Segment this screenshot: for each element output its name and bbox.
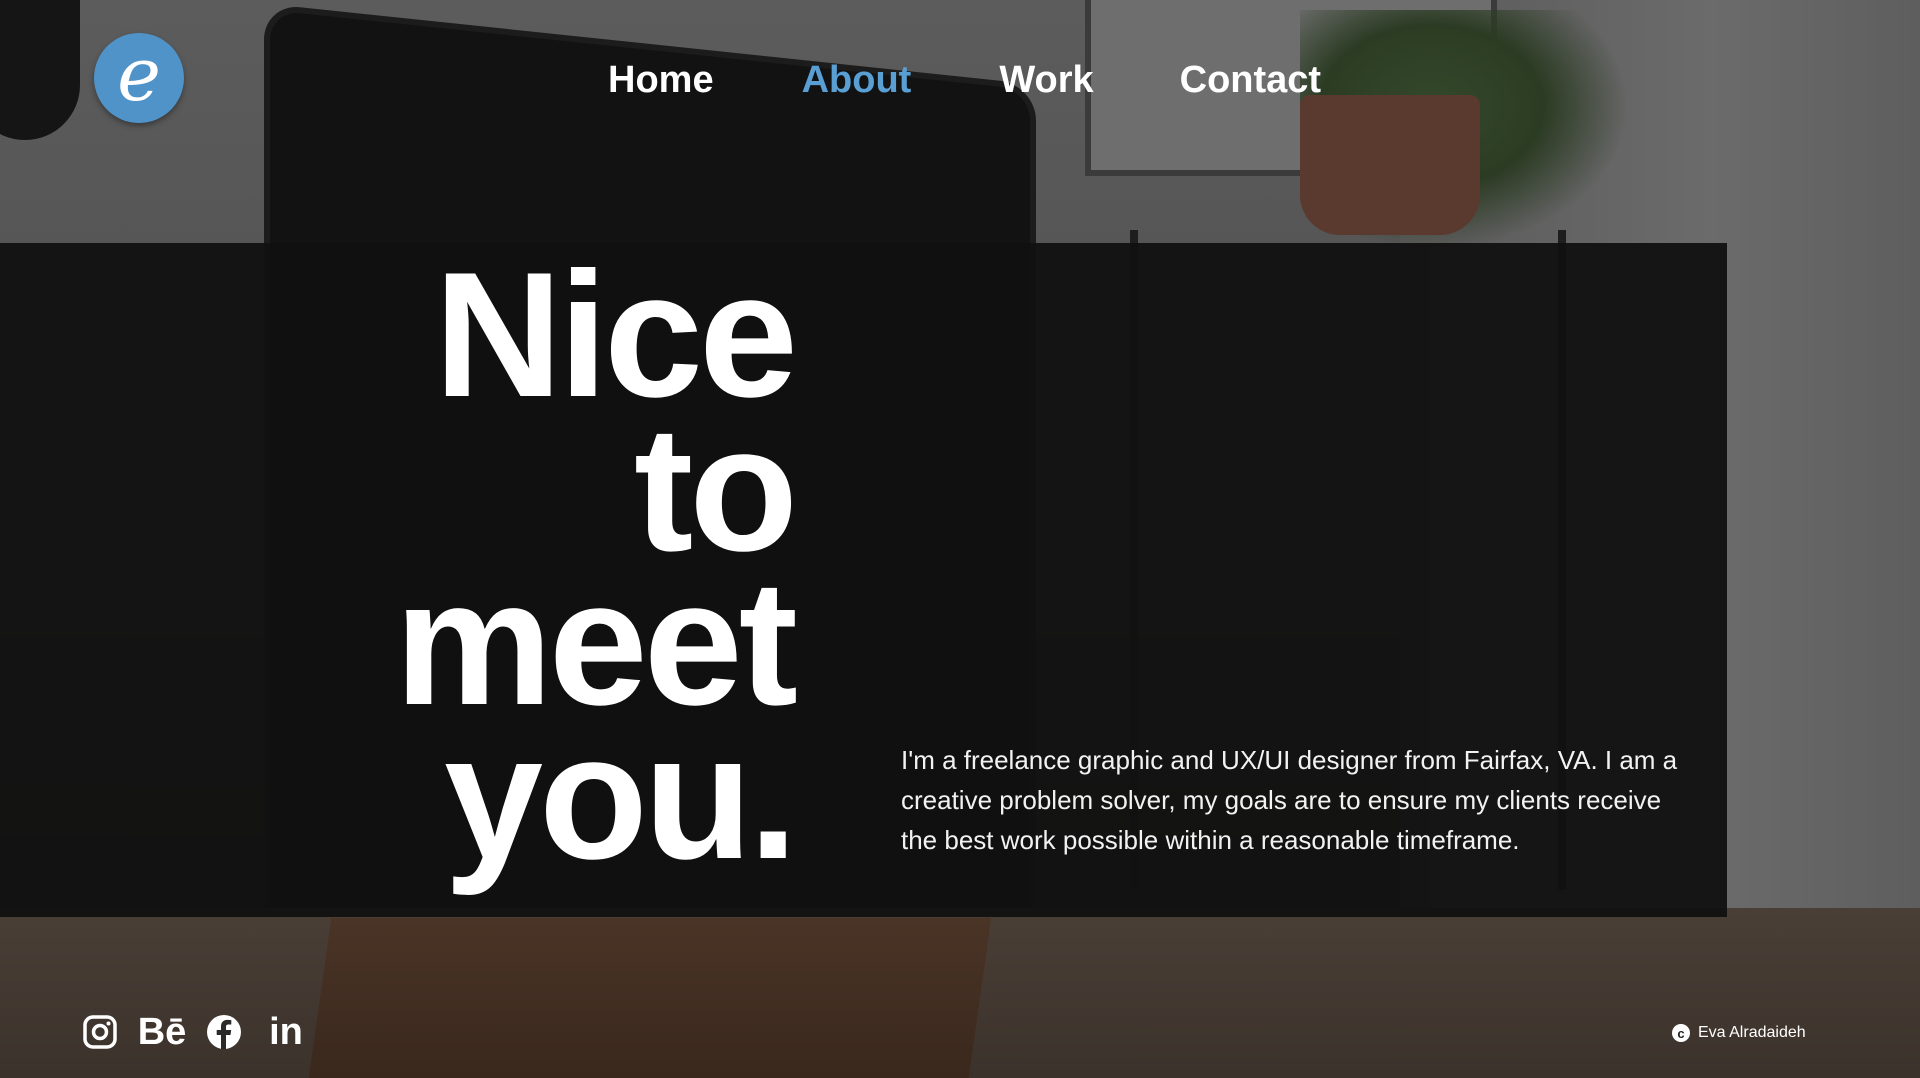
main-nav: Home About Work Contact xyxy=(608,55,1321,105)
hero-headline: Nice to meet you. xyxy=(394,246,798,896)
nav-work[interactable]: Work xyxy=(999,55,1093,105)
nav-home[interactable]: Home xyxy=(608,55,714,105)
site-logo[interactable]: e xyxy=(94,33,184,123)
background-lamp xyxy=(0,0,80,140)
nav-about[interactable]: About xyxy=(802,55,912,105)
background-box xyxy=(308,918,992,1078)
facebook-icon[interactable] xyxy=(204,1012,244,1052)
social-links: Bē in xyxy=(80,1012,306,1052)
copyright: c Eva Alradaideh xyxy=(1672,1024,1806,1042)
copyright-icon: c xyxy=(1672,1024,1690,1042)
instagram-icon[interactable] xyxy=(80,1012,120,1052)
copyright-name: Eva Alradaideh xyxy=(1698,1024,1806,1041)
nav-contact[interactable]: Contact xyxy=(1180,55,1321,105)
logo-letter: e xyxy=(117,32,161,118)
behance-icon[interactable]: Bē xyxy=(138,1012,187,1052)
linkedin-icon[interactable]: in xyxy=(266,1012,306,1052)
about-paragraph: I'm a freelance graphic and UX/UI design… xyxy=(901,745,1678,855)
background-pot xyxy=(1300,95,1480,235)
headline-line: you. xyxy=(444,697,798,896)
